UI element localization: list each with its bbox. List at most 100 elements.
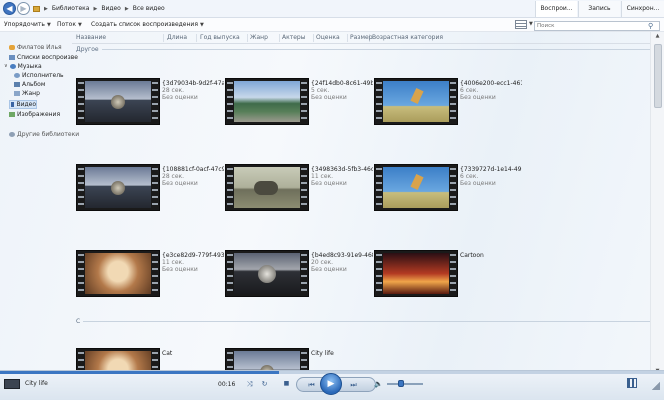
volume-slider-handle[interactable]: [398, 380, 405, 387]
video-grid: {3d79034b-9d2f-47a3...28 сек.Без оценки {…: [0, 32, 650, 395]
thumbnail-image: [234, 253, 300, 294]
tab-sync[interactable]: Синхрон...: [621, 1, 664, 17]
library-pane: Филатов Илья Списки воспроизве ∨ Музыка И…: [0, 32, 664, 395]
video-tile[interactable]: {4006e200-ecc1-4618-...6 сек.Без оценки: [374, 72, 522, 132]
video-thumbnail[interactable]: [76, 164, 160, 211]
shuffle-icon[interactable]: ⤨: [243, 378, 256, 390]
stream-label: Поток: [57, 21, 76, 28]
video-tile[interactable]: {3d79034b-9d2f-47a3...28 сек.Без оценки: [76, 72, 224, 132]
video-rating: Без оценки: [460, 94, 496, 101]
video-tile[interactable]: {24f14db0-8c61-49b5...5 сек.Без оценки: [225, 72, 373, 132]
breadcrumb-video[interactable]: Видео: [101, 5, 121, 12]
video-thumbnail[interactable]: [225, 164, 309, 211]
film-strip-icon: [301, 165, 307, 210]
stop-icon[interactable]: ■: [280, 378, 293, 390]
volume-icon[interactable]: 🔈: [372, 378, 385, 390]
library-icon: [33, 5, 40, 12]
video-length: 11 сек.: [311, 173, 334, 180]
video-rating: Без оценки: [460, 180, 496, 187]
video-title: Cat: [162, 350, 173, 357]
now-playing-thumbnail[interactable]: [4, 379, 20, 389]
breadcrumb: ▶ Библиотека ▶ Видео ▶ Все видео: [33, 2, 527, 15]
video-title: {24f14db0-8c61-49b5...: [311, 80, 373, 87]
video-thumbnail[interactable]: [374, 164, 458, 211]
video-thumbnail[interactable]: [374, 250, 458, 297]
organize-menu[interactable]: Упорядочить ▼: [4, 20, 51, 30]
video-meta: Cat: [162, 350, 224, 371]
video-length: 28 сек.: [162, 87, 185, 94]
switch-to-now-playing-icon[interactable]: [627, 378, 637, 388]
video-meta: {24f14db0-8c61-49b5...5 сек.Без оценки: [311, 80, 373, 101]
breadcrumb-all-video[interactable]: Все видео: [133, 5, 165, 12]
video-length: [162, 357, 224, 364]
video-title: {4006e200-ecc1-4618-...: [460, 80, 522, 87]
view-options-icon[interactable]: [515, 20, 527, 29]
chevron-down-icon: ▼: [46, 22, 51, 28]
search-input[interactable]: [534, 21, 660, 31]
film-strip-icon: [376, 79, 382, 124]
video-length: 5 сек.: [311, 87, 330, 94]
vertical-scrollbar[interactable]: ▲ ▼: [650, 32, 664, 376]
thumbnail-image: [85, 253, 151, 294]
video-tile[interactable]: {7339727d-1e14-496b...6 сек.Без оценки: [374, 158, 522, 218]
film-strip-icon: [376, 251, 382, 296]
video-meta: Cartoon: [460, 252, 522, 273]
video-thumbnail[interactable]: [76, 250, 160, 297]
film-strip-icon: [301, 79, 307, 124]
thumbnail-image: [85, 81, 151, 122]
chevron-down-icon: ▼: [199, 22, 204, 28]
seek-bar-fill: [0, 371, 279, 374]
film-strip-icon: [78, 79, 84, 124]
video-title: {7339727d-1e14-496b...: [460, 166, 522, 173]
tab-burn[interactable]: Запись: [578, 1, 620, 17]
video-meta: {4006e200-ecc1-4618-...6 сек.Без оценки: [460, 80, 522, 101]
create-playlist-menu[interactable]: Создать список воспроизведения ▼: [91, 20, 204, 30]
breadcrumb-library[interactable]: Библиотека: [52, 5, 90, 12]
video-title: City life: [311, 350, 334, 357]
video-thumbnail[interactable]: [76, 78, 160, 125]
film-strip-icon: [450, 79, 456, 124]
stream-menu[interactable]: Поток ▼: [57, 20, 82, 30]
video-title: {108881cf-0acf-47c9-...: [162, 166, 224, 173]
next-icon[interactable]: ⏭: [347, 379, 360, 391]
chevron-down-icon[interactable]: ▼: [529, 21, 533, 27]
video-meta: {e3ce82d9-779f-493e-...11 сек.Без оценки: [162, 252, 224, 273]
video-rating: Без оценки: [311, 94, 347, 101]
film-strip-icon: [376, 165, 382, 210]
video-length: 6 сек.: [460, 173, 479, 180]
video-tile[interactable]: {b4ed8c93-91e9-468c...20 сек.Без оценки: [225, 244, 373, 304]
play-icon[interactable]: ▶: [320, 373, 342, 395]
repeat-icon[interactable]: ↻: [258, 378, 271, 390]
tab-play[interactable]: Воспрои...: [535, 1, 577, 17]
video-meta: {3498363d-5fb3-46c8-...11 сек.Без оценки: [311, 166, 373, 187]
film-strip-icon: [78, 165, 84, 210]
video-title: {b4ed8c93-91e9-468c...: [311, 252, 373, 259]
video-length: [311, 357, 373, 364]
video-rating: Без оценки: [162, 94, 198, 101]
video-tile[interactable]: Cartoon: [374, 244, 522, 304]
scroll-up-icon[interactable]: ▲: [651, 32, 664, 41]
address-bar: ◀ ▶ ▶ Библиотека ▶ Видео ▶ Все видео Вос…: [0, 0, 664, 18]
video-thumbnail[interactable]: [225, 250, 309, 297]
scrollbar-thumb[interactable]: [654, 44, 662, 108]
film-strip-icon: [78, 251, 84, 296]
video-title: Cartoon: [460, 252, 484, 259]
search-icon[interactable]: ⚲: [648, 21, 653, 31]
video-meta: {b4ed8c93-91e9-468c...20 сек.Без оценки: [311, 252, 373, 273]
previous-icon[interactable]: ⏮: [305, 379, 318, 391]
video-thumbnail[interactable]: [225, 78, 309, 125]
resize-grip-icon[interactable]: [652, 382, 660, 390]
video-thumbnail[interactable]: [374, 78, 458, 125]
thumbnail-image: [85, 167, 151, 208]
forward-button[interactable]: ▶: [17, 2, 30, 15]
film-strip-icon: [152, 79, 158, 124]
back-button[interactable]: ◀: [3, 2, 16, 15]
video-length: 6 сек.: [460, 87, 479, 94]
video-length: 20 сек.: [311, 259, 334, 266]
video-tile[interactable]: {3498363d-5fb3-46c8-...11 сек.Без оценки: [225, 158, 373, 218]
volume-slider[interactable]: [387, 383, 423, 385]
video-rating: Без оценки: [162, 266, 198, 273]
video-tile[interactable]: {e3ce82d9-779f-493e-...11 сек.Без оценки: [76, 244, 224, 304]
video-tile[interactable]: {108881cf-0acf-47c9-...28 сек.Без оценки: [76, 158, 224, 218]
film-strip-icon: [227, 251, 233, 296]
